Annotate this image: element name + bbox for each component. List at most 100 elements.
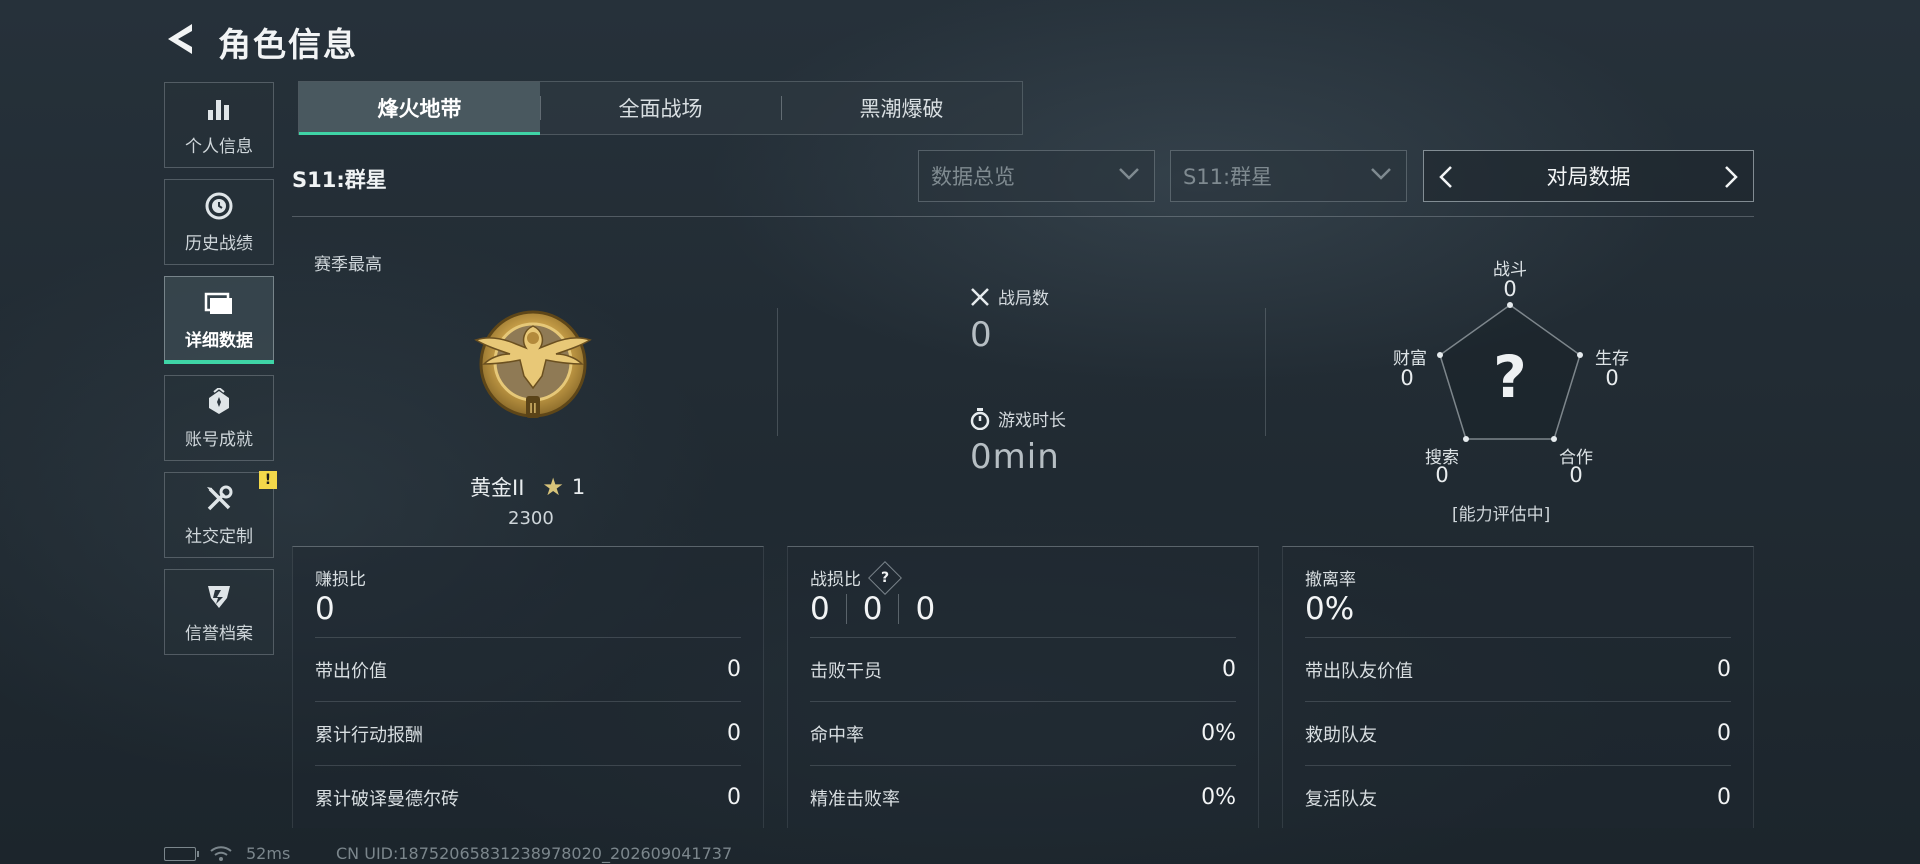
radar-status: [能力评估中] [1452, 505, 1551, 525]
kd-title-row: 战损比 ? [810, 560, 902, 595]
radar-value-wealth: 0 [1400, 366, 1414, 390]
rank-star-count: 1 [571, 475, 586, 499]
row-value: 0 [1222, 657, 1236, 682]
stopwatch-icon [970, 407, 990, 430]
sidebar-item-label: 信誉档案 [185, 623, 253, 644]
data-select-value: 数据总览 [931, 165, 1015, 189]
sidebar-item-label: 个人信息 [185, 136, 253, 157]
kd-value-2: 0 [862, 591, 883, 627]
match-data-pager: 对局数据 [1423, 150, 1754, 202]
sidebar-item-label: 社交定制 [185, 526, 253, 547]
radar-value-survival: 0 [1605, 366, 1619, 390]
matches-label: 战局数 [998, 289, 1049, 309]
profit-value: 0 [315, 591, 335, 627]
status-bar: 52ms [164, 844, 290, 863]
back-arrow-icon[interactable] [162, 20, 196, 58]
extract-title: 撤离率 [1305, 570, 1356, 590]
tools-icon [204, 484, 234, 514]
sidebar-item-achievements[interactable]: 账号成就 [164, 375, 274, 461]
sidebar-item-detailed-data[interactable]: 详细数据 [164, 276, 274, 364]
bar-chart-icon [204, 94, 234, 124]
row-value: 0 [727, 721, 741, 746]
chevron-left-icon[interactable] [1436, 165, 1456, 189]
battery-icon [164, 846, 199, 861]
row-label: 救助队友 [1305, 724, 1377, 746]
kd-value-1: 0 [810, 591, 830, 627]
tab-beacon-zone[interactable]: 烽火地带 [299, 82, 540, 135]
chevron-right-icon[interactable] [1721, 165, 1741, 189]
data-select-dropdown[interactable]: 数据总览 [918, 150, 1155, 202]
clock-icon [204, 191, 234, 221]
row-label: 累计破译曼德尔砖 [315, 788, 459, 810]
row-label: 击败干员 [810, 660, 882, 682]
sidebar-item-label: 历史战绩 [185, 233, 253, 254]
list-item: 带出价值 0 [315, 637, 741, 701]
list-item: 带出队友价值 0 [1305, 637, 1731, 701]
matches-value: 0 [970, 315, 993, 355]
row-value: 0 [1717, 785, 1731, 810]
sidebar-item-label: 账号成就 [185, 429, 253, 450]
divider [292, 216, 1754, 217]
folder-icon [204, 288, 234, 318]
divider [1265, 308, 1266, 436]
svg-text:II: II [529, 402, 537, 417]
radar-value-combat: 0 [1503, 277, 1517, 301]
kd-value-3: 0 [915, 591, 936, 627]
kd-panel: 战损比 ? 0 0 0 击败干员 0 命中率 0% 精准击败率 0% [787, 546, 1259, 828]
tab-full-battlefield[interactable]: 全面战场 [540, 82, 781, 134]
page-title: 角色信息 [218, 25, 358, 64]
achievement-icon [204, 387, 234, 417]
list-item: 累计行动报酬 0 [315, 701, 741, 765]
list-item: 精准击败率 0% [810, 765, 1236, 829]
list-item: 命中率 0% [810, 701, 1236, 765]
crossed-swords-icon [971, 287, 989, 306]
star-icon: ★ [542, 473, 564, 501]
row-value: 0% [1201, 785, 1236, 810]
row-value: 0 [727, 657, 741, 682]
row-label: 精准击败率 [810, 788, 900, 810]
divider [777, 308, 778, 436]
list-item: 累计破译曼德尔砖 0 [315, 765, 741, 829]
season-label: S11:群星 [292, 168, 387, 192]
row-label: 复活队友 [1305, 788, 1377, 810]
radar-value-search: 0 [1435, 463, 1449, 487]
row-label: 命中率 [810, 724, 864, 746]
sidebar-item-label: 详细数据 [185, 330, 253, 351]
sidebar-item-history[interactable]: 历史战绩 [164, 179, 274, 265]
sidebar-item-credit-record[interactable]: 信誉档案 [164, 569, 274, 655]
row-value: 0 [727, 785, 741, 810]
ability-radar: ? 战斗 0 生存 0 合作 0 搜索 0 财富 0 [1380, 255, 1640, 487]
season-select-dropdown[interactable]: S11:群星 [1170, 150, 1407, 202]
playtime-stat: 游戏时长 0min [970, 406, 1066, 477]
pager-label: 对局数据 [1546, 165, 1631, 189]
help-icon[interactable]: ? [868, 560, 902, 595]
rank-tier: 黄金II ★ 1 [470, 472, 585, 502]
tab-black-tide[interactable]: 黑潮爆破 [781, 82, 1022, 134]
extract-value: 0% [1305, 591, 1355, 627]
radar-center: ? [1493, 343, 1527, 411]
row-label: 带出队友价值 [1305, 660, 1413, 682]
row-value: 0% [1201, 721, 1236, 746]
gold-rank-emblem-icon: II [474, 310, 592, 418]
list-item: 击败干员 0 [810, 637, 1236, 701]
chevron-down-icon [1119, 168, 1139, 180]
matches-stat: 战局数 0 [970, 284, 1049, 355]
row-label: 累计行动报酬 [315, 724, 423, 746]
rank-tier-name: 黄金II [470, 476, 525, 500]
credit-shield-icon [204, 581, 234, 611]
uid-text: CN UID:18752065831238978020_202609041737 [336, 844, 733, 863]
row-value: 0 [1717, 657, 1731, 682]
extract-panel: 撤离率 0% 带出队友价值 0 救助队友 0 复活队友 0 [1282, 546, 1754, 828]
profit-panel: 赚损比 0 带出价值 0 累计行动报酬 0 累计破译曼德尔砖 0 [292, 546, 764, 828]
season-select-value: S11:群星 [1183, 165, 1273, 189]
kd-values: 0 0 0 [810, 591, 935, 627]
playtime-label: 游戏时长 [998, 411, 1066, 431]
profit-title: 赚损比 [315, 570, 366, 590]
warning-badge: ! [259, 471, 277, 489]
chevron-down-icon [1371, 168, 1391, 180]
list-item: 救助队友 0 [1305, 701, 1731, 765]
radar-value-cooperation: 0 [1569, 463, 1583, 487]
sidebar-item-social-customization[interactable]: 社交定制 ! [164, 471, 277, 558]
kd-title: 战损比 [810, 570, 861, 590]
sidebar-item-personal-info[interactable]: 个人信息 [164, 82, 274, 168]
